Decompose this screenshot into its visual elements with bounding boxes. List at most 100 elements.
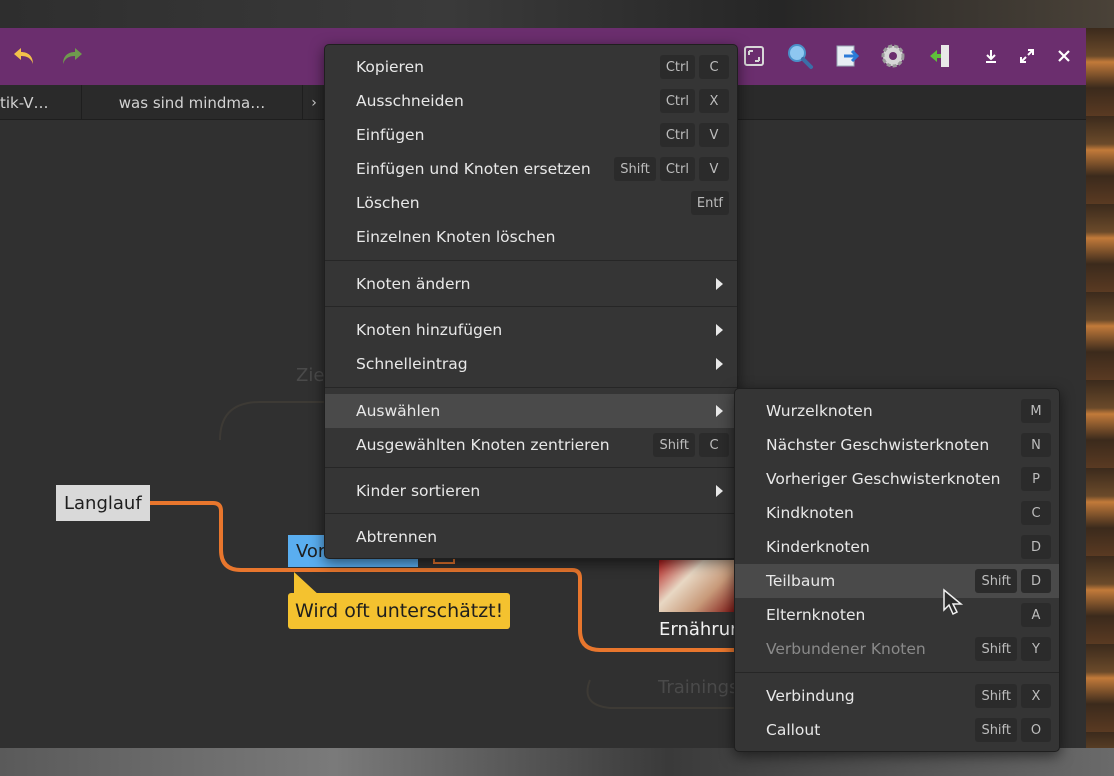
submenu-item-kinderknoten[interactable]: Kinderknoten D (735, 530, 1059, 564)
submenu-item-teilbaum[interactable]: Teilbaum Shift D (735, 564, 1059, 598)
menu-item-knoten-aendern[interactable]: Knoten ändern (325, 267, 737, 301)
export-icon (836, 45, 860, 67)
menu-item-label: Löschen (356, 194, 420, 212)
close-button[interactable] (1047, 39, 1081, 73)
submenu-item-wurzelknoten[interactable]: Wurzelknoten M (735, 394, 1059, 428)
node-ernaehrung[interactable]: Ernährun (659, 614, 742, 644)
menu-item-schnelleintrag[interactable]: Schnelleintrag (325, 347, 737, 381)
menu-item-kopieren[interactable]: Kopieren Ctrl C (325, 50, 737, 84)
menu-item-label: Vorheriger Geschwisterknoten (766, 470, 1001, 488)
menu-item-label: Einfügen und Knoten ersetzen (356, 160, 591, 178)
menu-item-label: Kopieren (356, 58, 424, 76)
submenu-item-verbindung[interactable]: Verbindung Shift X (735, 679, 1059, 713)
menu-item-label: Knoten ändern (356, 275, 471, 293)
desktop-background-right (1086, 28, 1114, 748)
menu-item-einfuegen[interactable]: Einfügen Ctrl V (325, 118, 737, 152)
undo-icon (14, 48, 33, 64)
settings-button[interactable] (876, 39, 910, 73)
shortcut-key: X (699, 89, 729, 113)
menu-item-label: Callout (766, 721, 821, 739)
sidebar-button[interactable] (922, 39, 956, 73)
tab-label: was sind mindma… (118, 93, 266, 112)
shortcut-key: Shift (975, 569, 1017, 593)
mouse-pointer-icon (943, 588, 964, 616)
tab-document-2[interactable]: was sind mindma… (82, 85, 303, 120)
shortcut-key: V (699, 123, 729, 147)
zoom-fit-button[interactable] (737, 39, 771, 73)
shortcut-key: Shift (975, 684, 1017, 708)
menu-item-label: Schnelleintrag (356, 355, 468, 373)
menu-item-ausschneiden[interactable]: Ausschneiden Ctrl X (325, 84, 737, 118)
menu-item-label: Teilbaum (766, 572, 836, 590)
menu-separator (325, 513, 737, 514)
shortcut-key: D (1021, 569, 1051, 593)
menu-item-einzelnen-knoten-loeschen[interactable]: Einzelnen Knoten löschen (325, 220, 737, 254)
submenu-item-naechster-geschwisterknoten[interactable]: Nächster Geschwisterknoten N (735, 428, 1059, 462)
node-langlauf[interactable]: Langlauf (56, 485, 150, 521)
download-button[interactable] (974, 39, 1008, 73)
submenu-auswaehlen: Wurzelknoten M Nächster Geschwisterknote… (734, 388, 1060, 752)
shortcut-key: Ctrl (659, 89, 695, 113)
shortcut-key: Ctrl (659, 157, 695, 181)
menu-item-label: Knoten hinzufügen (356, 321, 503, 339)
menu-item-abtrennen[interactable]: Abtrennen (325, 520, 737, 554)
menu-separator (325, 260, 737, 261)
menu-item-knoten-hinzufuegen[interactable]: Knoten hinzufügen (325, 313, 737, 347)
submenu-arrow-icon (716, 405, 723, 417)
sidebar-icon (930, 45, 949, 67)
node-label: Ernährun (659, 618, 742, 640)
tab-scroll-right-button[interactable]: › (303, 85, 325, 120)
menu-item-label: Kinderknoten (766, 538, 870, 556)
node-image[interactable] (659, 560, 737, 612)
chevron-right-icon: › (311, 94, 317, 111)
submenu-arrow-icon (716, 485, 723, 497)
redo-button[interactable] (54, 39, 88, 73)
menu-separator (325, 306, 737, 307)
menu-item-label: Wurzelknoten (766, 402, 873, 420)
submenu-item-callout[interactable]: Callout Shift O (735, 713, 1059, 747)
download-icon (986, 50, 996, 63)
desktop-background-top (0, 0, 1114, 28)
menu-item-label: Elternknoten (766, 606, 866, 624)
submenu-arrow-icon (716, 278, 723, 290)
undo-button[interactable] (8, 39, 42, 73)
menu-item-loeschen[interactable]: Löschen Entf (325, 186, 737, 220)
menu-item-label: Verbindung (766, 687, 855, 705)
fullscreen-button[interactable] (1010, 39, 1044, 73)
menu-separator (735, 672, 1059, 673)
settings-icon (881, 44, 905, 68)
menu-item-knoten-zentrieren[interactable]: Ausgewählten Knoten zentrieren Shift C (325, 428, 737, 462)
submenu-arrow-icon (716, 358, 723, 370)
shortcut-key: Shift (975, 718, 1017, 742)
submenu-item-kindknoten[interactable]: Kindknoten C (735, 496, 1059, 530)
shortcut-key: N (1021, 433, 1051, 457)
menu-item-label: Einzelnen Knoten löschen (356, 228, 556, 246)
menu-item-label: Ausschneiden (356, 92, 464, 110)
menu-separator (325, 387, 737, 388)
submenu-item-vorheriger-geschwisterknoten[interactable]: Vorheriger Geschwisterknoten P (735, 462, 1059, 496)
shortcut-key: X (1021, 684, 1051, 708)
shortcut-key: Y (1021, 637, 1051, 661)
export-button[interactable] (830, 39, 864, 73)
menu-item-label: Verbundener Knoten (766, 640, 926, 658)
callout-text: Wird oft unterschätzt! (295, 600, 504, 622)
menu-separator (325, 467, 737, 468)
shortcut-key: D (1021, 535, 1051, 559)
shortcut-key: Shift (614, 157, 656, 181)
menu-item-label: Kindknoten (766, 504, 854, 522)
submenu-item-verbundener-knoten: Verbundener Knoten Shift Y (735, 632, 1059, 666)
shortcut-key: Shift (653, 433, 695, 457)
shortcut-key: P (1021, 467, 1051, 491)
tab-document-1[interactable]: tik-V… (0, 85, 82, 120)
menu-item-kinder-sortieren[interactable]: Kinder sortieren (325, 474, 737, 508)
node-label: Langlauf (64, 492, 142, 514)
search-button[interactable] (783, 39, 817, 73)
menu-item-auswaehlen[interactable]: Auswählen (325, 394, 737, 428)
submenu-item-elternknoten[interactable]: Elternknoten A (735, 598, 1059, 632)
faint-node-label: Zie (296, 365, 325, 386)
zoom-fit-icon (744, 46, 764, 66)
shortcut-key: C (699, 55, 729, 79)
callout-note[interactable]: Wird oft unterschätzt! (288, 593, 511, 629)
menu-item-einfuegen-ersetzen[interactable]: Einfügen und Knoten ersetzen Shift Ctrl V (325, 152, 737, 186)
shortcut-key: O (1021, 718, 1051, 742)
